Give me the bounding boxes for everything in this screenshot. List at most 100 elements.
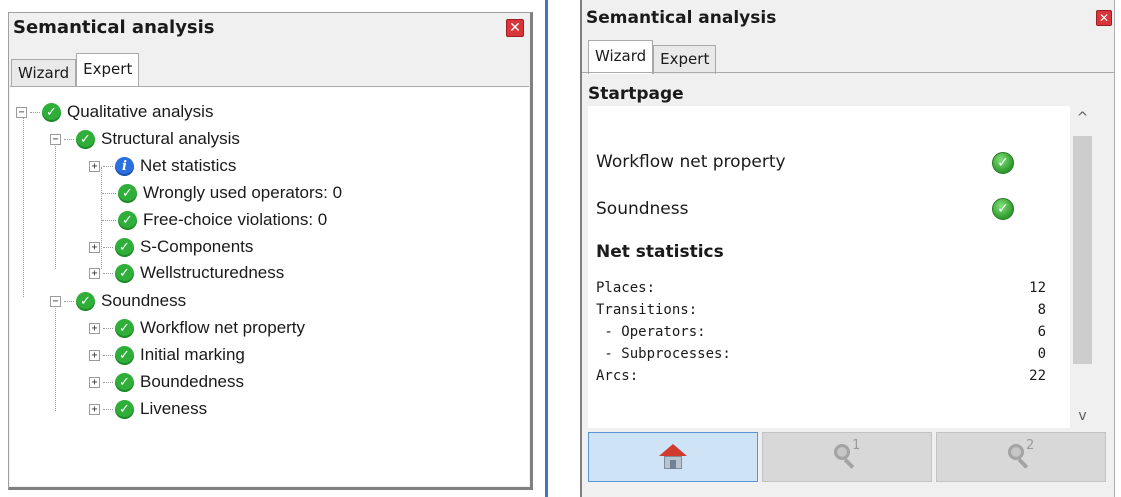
stat-label: - Subprocesses: <box>596 346 731 362</box>
expand-toggle[interactable]: + <box>89 160 100 172</box>
expand-toggle[interactable]: + <box>89 241 100 253</box>
tab-wizard[interactable]: Wizard <box>11 59 77 87</box>
stat-row-operators: - Operators: 6 <box>596 324 1046 346</box>
vertical-scrollbar[interactable]: ^ v <box>1070 106 1095 428</box>
check-icon: ✓ <box>115 345 134 365</box>
tree-node-label: S-Components <box>140 237 254 256</box>
tab-wizard[interactable]: Wizard <box>588 40 654 74</box>
stat-label: Places: <box>596 280 656 296</box>
tree-node-label: Structural analysis <box>101 129 240 148</box>
right-analysis-panel: Semantical analysis ✕ Wizard Expert Star… <box>566 0 1121 497</box>
magnifier-icon: 1 <box>834 438 860 470</box>
stat-label: Arcs: <box>596 368 639 384</box>
left-tab-bar: Wizard Expert <box>11 51 140 87</box>
check-icon: ✓ <box>115 263 134 283</box>
stat-row-places: Places: 12 <box>596 280 1046 302</box>
net-statistics-heading: Net statistics <box>596 242 724 262</box>
right-close-button[interactable]: ✕ <box>1096 10 1112 26</box>
left-panel-frame: Semantical analysis ✕ Wizard Expert − ✓ … <box>8 12 533 490</box>
tree-node-label: Soundness <box>101 291 187 310</box>
stat-row-transitions: Transitions: 8 <box>596 302 1046 324</box>
tree-connector <box>55 303 56 411</box>
home-icon <box>659 444 687 470</box>
tree-node-label: Workflow net property <box>140 318 306 337</box>
tree-node-label: Free-choice violations: 0 <box>143 210 328 229</box>
collapse-toggle[interactable]: − <box>50 295 61 307</box>
tree-node-initial-marking[interactable]: + ✓ Initial marking <box>89 342 245 368</box>
scroll-up-button[interactable]: ^ <box>1070 106 1095 130</box>
tab-expert[interactable]: Expert <box>653 45 717 74</box>
tree-node-label: Boundedness <box>140 372 244 391</box>
right-tab-bar: Wizard Expert <box>588 38 717 74</box>
tree-node-label: Liveness <box>140 399 208 418</box>
property-soundness-label: Soundness <box>596 199 689 219</box>
right-panel-title: Semantical analysis <box>586 8 777 28</box>
scroll-thumb[interactable] <box>1073 136 1092 364</box>
tree-node-wrongly-used-operators[interactable]: ✓ Wrongly used operators: 0 <box>102 180 342 206</box>
stat-label: Transitions: <box>596 302 698 318</box>
stat-value: 8 <box>1037 302 1046 318</box>
analysis-tree: − ✓ Qualitative analysis − ✓ Structural … <box>10 87 529 486</box>
magnifier-badge: 2 <box>1026 438 1035 453</box>
collapse-toggle[interactable]: − <box>16 106 27 118</box>
magnifier-icon: 2 <box>1008 438 1034 470</box>
tree-node-s-components[interactable]: + ✓ S-Components <box>89 234 253 260</box>
right-panel-frame: Semantical analysis ✕ Wizard Expert Star… <box>580 0 1115 497</box>
collapse-toggle[interactable]: − <box>50 133 61 145</box>
tree-node-workflow-net-property[interactable]: + ✓ Workflow net property <box>89 315 305 341</box>
expert-tree-panel: − ✓ Qualitative analysis − ✓ Structural … <box>10 86 529 486</box>
tree-node-wellstructuredness[interactable]: + ✓ Wellstructuredness <box>89 260 284 286</box>
expand-toggle[interactable]: + <box>89 322 100 334</box>
left-analysis-panel: Semantical analysis ✕ Wizard Expert − ✓ … <box>0 0 537 497</box>
check-icon: ✓ <box>118 183 137 203</box>
magnifier-2-button[interactable]: 2 <box>936 432 1106 482</box>
magnifier-1-button[interactable]: 1 <box>762 432 932 482</box>
panel-divider <box>545 0 548 497</box>
magnifier-badge: 1 <box>852 438 861 453</box>
home-button[interactable] <box>588 432 758 482</box>
expand-toggle[interactable]: + <box>89 376 100 388</box>
check-icon: ✓ <box>115 318 134 338</box>
check-icon: ✓ <box>118 210 137 230</box>
check-icon: ✓ <box>115 399 134 419</box>
wizard-nav-bar: 1 2 <box>588 432 1106 482</box>
tree-node-label: Initial marking <box>140 345 245 364</box>
tree-node-net-statistics[interactable]: + i Net statistics <box>89 153 236 179</box>
check-icon: ✓ <box>992 198 1014 220</box>
expand-toggle[interactable]: + <box>89 403 100 415</box>
scroll-down-button[interactable]: v <box>1070 404 1095 428</box>
tree-node-label: Net statistics <box>140 156 237 175</box>
tree-node-boundedness[interactable]: + ✓ Boundedness <box>89 369 244 395</box>
tree-connector <box>23 107 24 297</box>
tree-node-free-choice-violations[interactable]: ✓ Free-choice violations: 0 <box>102 207 327 233</box>
stat-label: - Operators: <box>596 324 706 340</box>
stat-value: 12 <box>1029 280 1046 296</box>
check-icon: ✓ <box>76 129 95 149</box>
expand-toggle[interactable]: + <box>89 267 100 279</box>
stat-row-arcs: Arcs: 22 <box>596 368 1046 390</box>
info-icon: i <box>115 156 134 176</box>
page-title: Startpage <box>588 84 684 104</box>
tab-expert[interactable]: Expert <box>76 53 140 87</box>
check-icon: ✓ <box>992 152 1014 174</box>
check-icon: ✓ <box>115 372 134 392</box>
tree-connector <box>55 134 56 269</box>
tree-node-liveness[interactable]: + ✓ Liveness <box>89 396 207 422</box>
stat-value: 6 <box>1037 324 1046 340</box>
expand-toggle[interactable]: + <box>89 349 100 361</box>
property-workflow-net-label: Workflow net property <box>596 152 786 172</box>
check-icon: ✓ <box>42 102 61 122</box>
check-icon: ✓ <box>76 291 95 311</box>
tree-node-label: Wrongly used operators: 0 <box>143 183 343 202</box>
tree-node-soundness[interactable]: − ✓ Soundness <box>50 288 186 314</box>
tree-node-qualitative-analysis[interactable]: − ✓ Qualitative analysis <box>16 99 213 125</box>
startpage-content: Workflow net property ✓ Soundness ✓ Net … <box>588 106 1095 428</box>
stat-value: 0 <box>1037 346 1046 362</box>
tree-node-label: Qualitative analysis <box>67 102 214 121</box>
check-icon: ✓ <box>115 237 134 257</box>
stat-value: 22 <box>1029 368 1046 384</box>
tree-node-structural-analysis[interactable]: − ✓ Structural analysis <box>50 126 240 152</box>
stat-row-subprocesses: - Subprocesses: 0 <box>596 346 1046 368</box>
left-close-button[interactable]: ✕ <box>506 19 524 37</box>
tree-node-label: Wellstructuredness <box>140 263 285 282</box>
